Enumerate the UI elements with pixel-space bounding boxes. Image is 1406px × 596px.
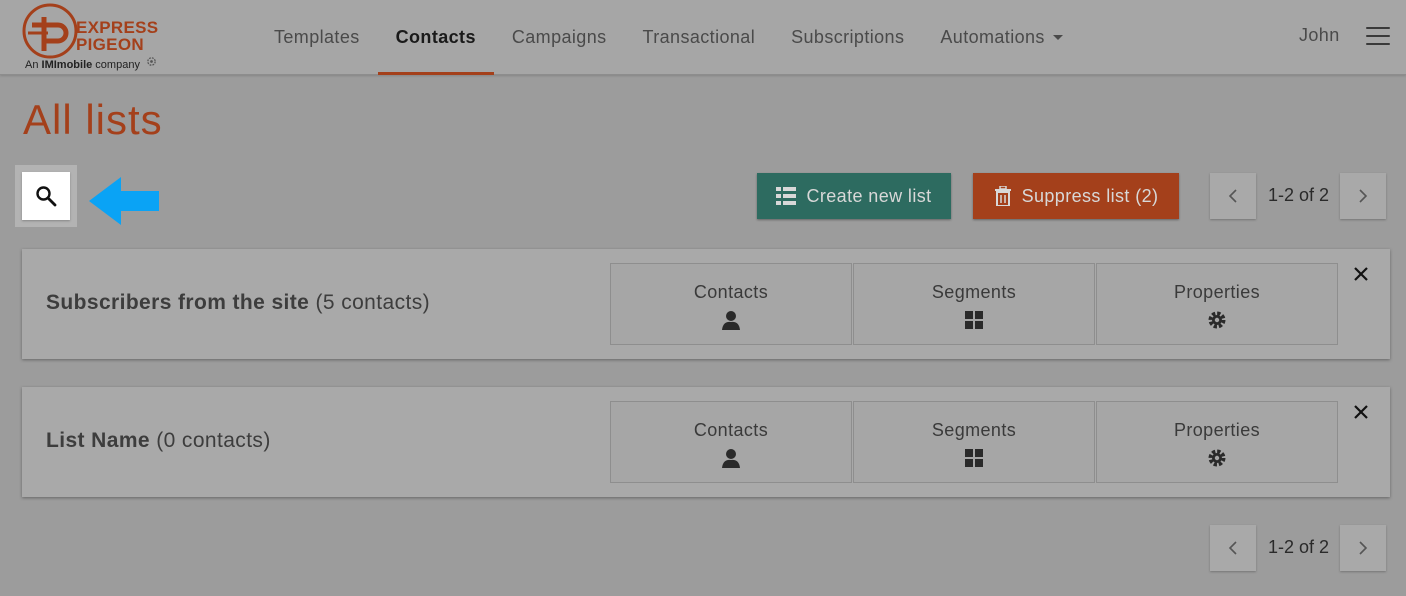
gear-icon xyxy=(1208,449,1226,467)
small-gear-icon xyxy=(147,57,156,66)
prev-page-button[interactable] xyxy=(1210,525,1256,571)
nav-automations[interactable]: Automations xyxy=(922,0,1080,74)
search-icon xyxy=(36,186,57,207)
nav-subscriptions[interactable]: Subscriptions xyxy=(773,0,922,74)
list-card: Subscribers from the site (5 contacts) C… xyxy=(22,249,1390,359)
list-count: (0 contacts) xyxy=(156,429,271,452)
pagination-range: 1-2 of 2 xyxy=(1268,185,1330,205)
chevron-left-icon xyxy=(1228,541,1237,555)
list-icon xyxy=(776,187,797,205)
brand-logo-mark xyxy=(22,3,78,59)
main-nav: Templates Contacts Campaigns Transaction… xyxy=(256,0,1081,75)
list-tab-label: Segments xyxy=(931,420,1017,440)
trash-icon xyxy=(994,186,1011,206)
brand-name-line2: PIGEON xyxy=(76,35,144,54)
list-name: List Name xyxy=(46,429,150,452)
grid-icon xyxy=(965,311,983,329)
brand-tagline-suffix: company xyxy=(92,59,140,71)
suppress-list-button[interactable]: Suppress list (2) xyxy=(973,173,1179,219)
nav-contacts[interactable]: Contacts xyxy=(377,0,495,75)
list-card: List Name (0 contacts) Contacts Segments… xyxy=(22,387,1390,497)
list-tabs: Contacts Segments Properties xyxy=(610,401,1339,483)
nav-transactional-label: Transactional xyxy=(642,26,756,47)
page-title: All lists xyxy=(23,96,163,143)
list-tab-segments[interactable]: Segments xyxy=(853,263,1095,345)
close-icon[interactable] xyxy=(1353,404,1369,420)
nav-campaigns-label: Campaigns xyxy=(511,26,607,47)
list-tab-contacts[interactable]: Contacts xyxy=(610,263,852,345)
close-icon[interactable] xyxy=(1353,266,1369,282)
chevron-right-icon xyxy=(1359,541,1368,555)
list-tab-properties[interactable]: Properties xyxy=(1096,401,1338,483)
create-new-list-label: Create new list xyxy=(806,185,932,206)
list-name: Subscribers from the site xyxy=(46,291,310,314)
nav-campaigns[interactable]: Campaigns xyxy=(494,0,625,74)
user-icon xyxy=(722,311,740,330)
brand-logo[interactable]: EXPRESS PIGEON An IMImobile company xyxy=(22,3,172,73)
hamburger-icon[interactable] xyxy=(1366,27,1390,45)
user-icon xyxy=(722,449,740,468)
list-tab-label: Properties xyxy=(1173,282,1261,302)
nav-transactional[interactable]: Transactional xyxy=(625,0,774,74)
next-page-button[interactable] xyxy=(1340,173,1386,219)
prev-page-button[interactable] xyxy=(1210,173,1256,219)
brand-name-line1: EXPRESS xyxy=(76,18,159,37)
arrow-left-icon xyxy=(89,177,159,225)
next-page-button[interactable] xyxy=(1340,525,1386,571)
search-button-highlight xyxy=(15,165,77,227)
list-tab-segments[interactable]: Segments xyxy=(853,401,1095,483)
brand-tagline-prefix: An xyxy=(25,59,42,71)
pagination-range: 1-2 of 2 xyxy=(1268,537,1330,557)
create-new-list-button[interactable]: Create new list xyxy=(757,173,951,219)
list-tabs: Contacts Segments Properties xyxy=(610,263,1339,345)
list-title[interactable]: List Name (0 contacts) xyxy=(46,429,271,453)
brand-tagline-brand: IMImobile xyxy=(41,59,93,71)
chevron-left-icon xyxy=(1228,189,1237,203)
list-tab-label: Segments xyxy=(931,282,1017,302)
list-title[interactable]: Subscribers from the site (5 contacts) xyxy=(46,291,430,315)
list-count: (5 contacts) xyxy=(315,291,431,314)
chevron-right-icon xyxy=(1359,189,1368,203)
list-tab-label: Contacts xyxy=(693,282,769,302)
nav-automations-label: Automations xyxy=(940,26,1045,47)
top-header: EXPRESS PIGEON An IMImobile company Temp… xyxy=(0,0,1406,75)
list-tab-contacts[interactable]: Contacts xyxy=(610,401,852,483)
nav-subscriptions-label: Subscriptions xyxy=(791,26,905,47)
list-tab-properties[interactable]: Properties xyxy=(1096,263,1338,345)
gear-icon xyxy=(1208,311,1226,329)
grid-icon xyxy=(965,449,983,467)
list-tab-label: Contacts xyxy=(693,420,769,440)
list-tab-label: Properties xyxy=(1173,420,1261,440)
nav-templates[interactable]: Templates xyxy=(256,0,378,74)
search-button[interactable] xyxy=(22,172,70,220)
suppress-list-label: Suppress list (2) xyxy=(1021,185,1159,206)
caret-down-icon xyxy=(1052,34,1063,40)
nav-templates-label: Templates xyxy=(274,26,360,47)
user-menu[interactable]: John xyxy=(1299,25,1340,46)
nav-contacts-label: Contacts xyxy=(395,26,476,47)
brand-tagline: An IMImobile company xyxy=(25,59,140,71)
